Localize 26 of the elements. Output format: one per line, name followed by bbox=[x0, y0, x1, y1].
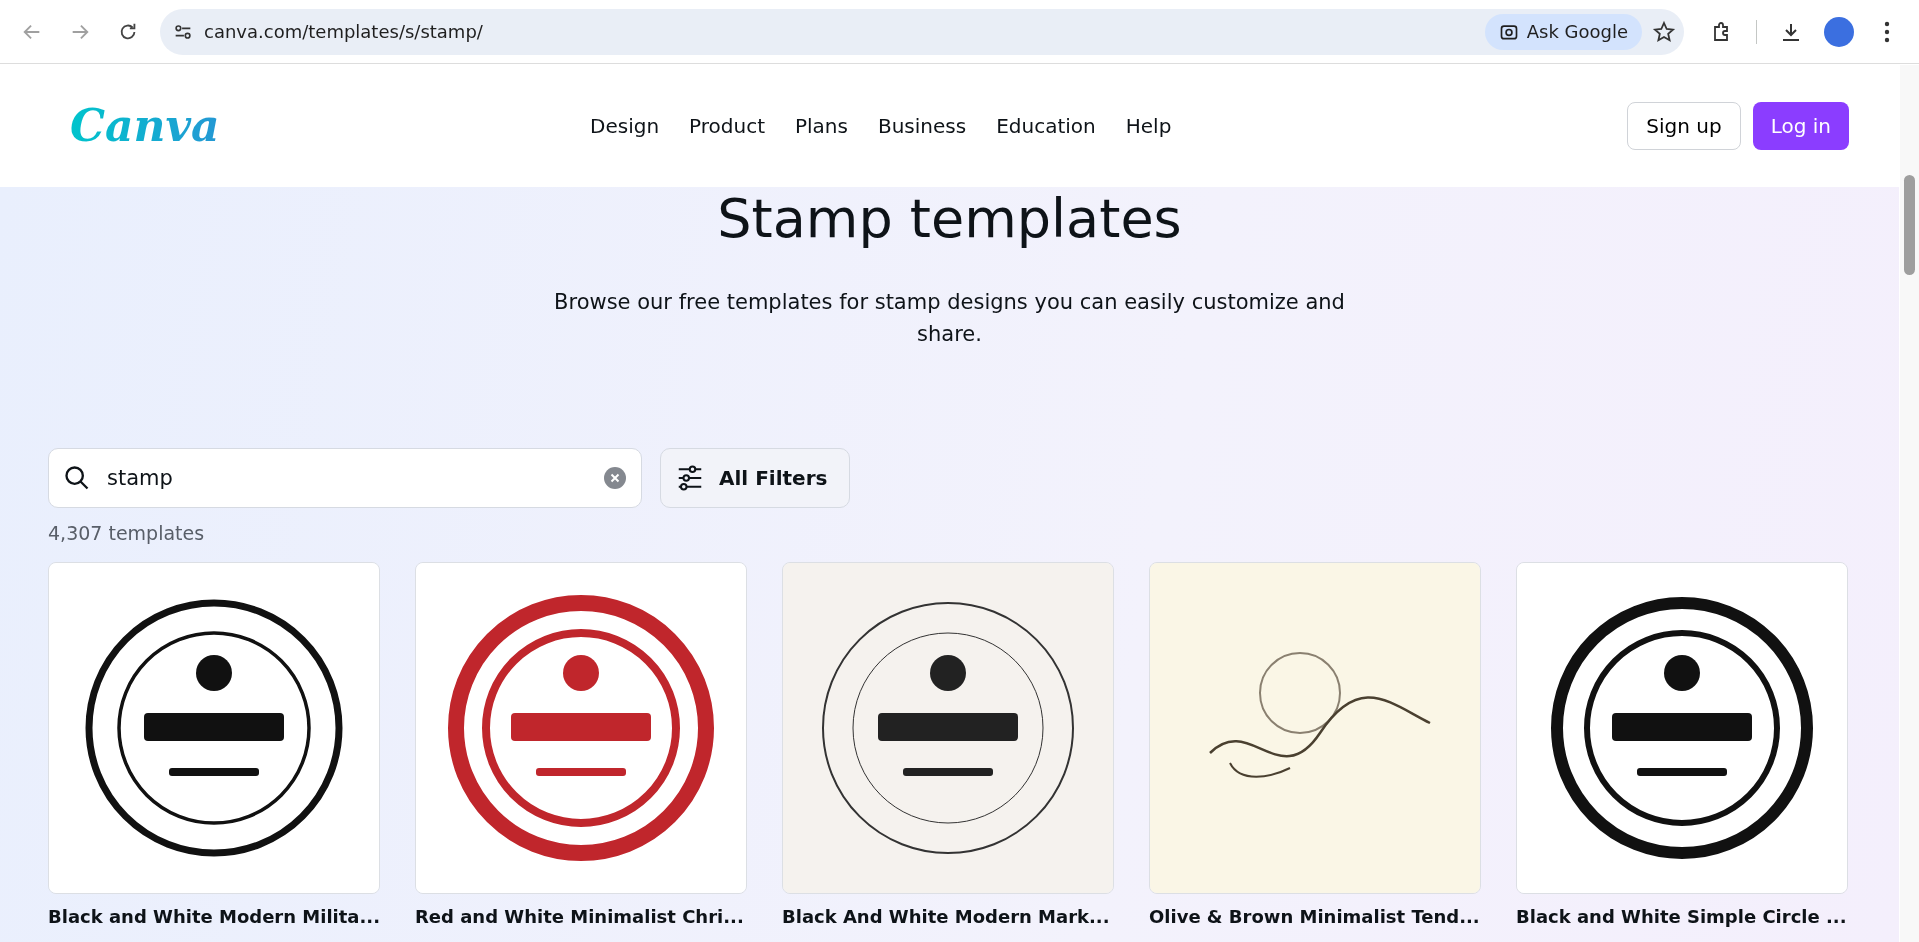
search-field[interactable]: stamp bbox=[48, 448, 642, 508]
sign-up-button[interactable]: Sign up bbox=[1627, 101, 1741, 150]
nav-link[interactable]: Plans bbox=[795, 113, 848, 138]
nav-link[interactable]: Design bbox=[590, 113, 660, 138]
search-input[interactable]: stamp bbox=[105, 465, 589, 491]
nav-link[interactable]: Help bbox=[1125, 113, 1172, 138]
search-icon bbox=[63, 464, 91, 492]
all-filters-button[interactable]: All Filters bbox=[660, 448, 851, 508]
scrollbar[interactable] bbox=[1900, 65, 1919, 942]
template-title[interactable]: Olive & Brown Minimalist Tend... bbox=[1149, 906, 1479, 928]
clear-icon[interactable] bbox=[603, 466, 627, 490]
log-in-button[interactable]: Log in bbox=[1752, 101, 1849, 150]
nav-link[interactable]: Product bbox=[689, 113, 765, 138]
url-text: canva.com/templates/s/stamp/ bbox=[204, 21, 484, 42]
page-title: Stamp templates bbox=[716, 187, 1183, 250]
template-title[interactable]: Black and White Modern Milita... bbox=[48, 906, 378, 928]
address-bar[interactable]: canva.com/templates/s/stamp/ Ask Google bbox=[160, 8, 1684, 55]
page-description: Browse our free templates for stamp designs you can easily customize and share. bbox=[553, 289, 1346, 348]
template-title[interactable]: Black and White Simple Circle ... bbox=[1516, 906, 1846, 928]
template-count: 4,307 templates bbox=[48, 522, 206, 544]
star-icon[interactable] bbox=[1652, 19, 1676, 44]
template-title[interactable]: Red and White Minimalist Chri... bbox=[415, 906, 745, 928]
ask-google-button[interactable]: Ask Google bbox=[1484, 13, 1642, 50]
nav-link[interactable]: Business bbox=[877, 113, 967, 138]
template-title[interactable]: Black And White Modern Mark... bbox=[782, 906, 1112, 928]
nav-link[interactable]: Education bbox=[996, 113, 1096, 138]
